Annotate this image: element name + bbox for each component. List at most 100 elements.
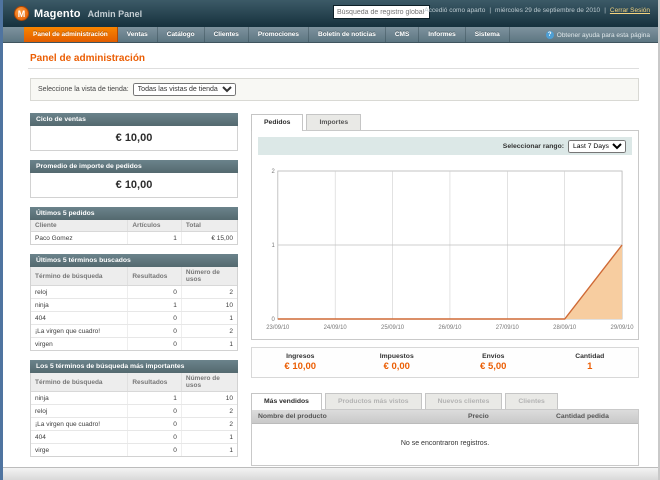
title-divider: [28, 68, 639, 69]
table-cell: 10: [181, 298, 237, 312]
grid-tabs: Más vendidos Productos más vistos Nuevos c…: [251, 392, 639, 410]
stat-label: Envíos: [482, 353, 505, 360]
column-header: Cantidad pedida: [550, 410, 638, 424]
stat-value: € 10,00: [284, 361, 317, 372]
table-row[interactable]: ninja 1 10: [31, 391, 237, 405]
nav-item-promociones[interactable]: Promociones: [249, 27, 310, 42]
table-row[interactable]: reloj 0 2: [31, 404, 237, 418]
svg-text:2: 2: [272, 169, 276, 175]
dashboard-left-column: Ciclo de ventas € 10,00 Promedio de impo…: [30, 113, 238, 466]
nav-item-informes[interactable]: Informes: [419, 27, 466, 42]
table-cell: 1: [181, 311, 237, 325]
column-header: Total: [181, 220, 237, 232]
top-search-terms-table: Término de búsqueda Resultados Número de u…: [31, 373, 237, 456]
table-cell: 0: [127, 285, 182, 299]
store-view-select[interactable]: Todas las vistas de tienda: [132, 83, 236, 96]
table-cell: 10: [181, 391, 237, 405]
stat-impuestos: Impuestos € 0,00: [349, 353, 446, 372]
table-row[interactable]: virgen 0 1: [31, 337, 237, 350]
average-orders-value: € 10,00: [115, 179, 153, 191]
svg-text:25/09/10: 25/09/10: [381, 325, 405, 331]
svg-text:26/09/10: 26/09/10: [438, 325, 462, 331]
stat-value: € 0,00: [383, 361, 410, 372]
nav-item-cat-logo[interactable]: Catálogo: [158, 27, 205, 42]
help-icon: ?: [545, 31, 554, 39]
stat-cantidad: Cantidad 1: [542, 353, 639, 372]
table-row[interactable]: ¡La virgen que cuadro! 0 2: [31, 324, 237, 338]
tab-nuevos-clientes[interactable]: Nuevos clientes: [424, 393, 503, 409]
column-header: Resultados: [127, 373, 182, 392]
column-header: Resultados: [127, 267, 182, 286]
magento-logo: M Magento Admin Panel: [14, 6, 142, 21]
tab-clientes[interactable]: Clientes: [505, 393, 558, 409]
last-orders-table: Cliente Artículos Total Paco Gomez 1 € 15,00: [31, 220, 237, 244]
column-header: Precio: [462, 410, 550, 424]
orders-area-chart: 0 1 2 23/09/10 24/09/10 25/09/10 26/09/10 27/09…: [266, 169, 634, 331]
card-title: Ciclo de ventas: [30, 113, 238, 126]
card-title: Los 5 términos de búsqueda más important…: [30, 360, 238, 373]
nav-item-cms[interactable]: CMS: [386, 27, 420, 42]
logout-link[interactable]: Cerrar Sesión: [610, 7, 650, 14]
table-cell: virge: [31, 443, 129, 456]
stat-value: € 5,00: [480, 361, 507, 372]
table-cell: 0: [127, 311, 182, 325]
separator: |: [489, 7, 492, 14]
table-row[interactable]: Paco Gomez 1 € 15,00: [31, 231, 237, 244]
table-row[interactable]: virge 0 1: [31, 443, 237, 456]
separator: |: [604, 7, 606, 14]
header-date: miércoles 29 de septiembre de 2010: [495, 7, 601, 14]
table-cell: 1: [127, 391, 182, 405]
table-cell: ¡La virgen que cuadro!: [31, 417, 129, 431]
table-cell: 1: [229, 340, 233, 348]
table-cell: ¡La virgen que cuadro!: [31, 324, 129, 338]
tab-m-s-vendidos[interactable]: Más vendidos: [251, 393, 322, 410]
magento-logo-icon: M: [14, 6, 29, 21]
range-select[interactable]: Last 7 Days: [568, 139, 626, 153]
card-title: Últimos 5 términos buscados: [30, 254, 238, 267]
table-cell: 1: [229, 446, 233, 454]
stat-envíos: Envíos € 5,00: [445, 353, 542, 372]
table-cell: 2: [181, 417, 237, 431]
last-search-terms-card: Últimos 5 términos buscados Término de b…: [30, 254, 238, 351]
tab-productos-m-s-vistos[interactable]: Productos más vistos: [324, 393, 422, 409]
svg-text:24/09/10: 24/09/10: [324, 325, 348, 331]
table-row[interactable]: reloj 0 2: [31, 285, 237, 299]
table-row[interactable]: 404 0 1: [31, 311, 237, 325]
svg-text:0: 0: [272, 317, 276, 323]
stat-label: Ingresos: [286, 353, 315, 360]
admin-header: M Magento Admin Panel Accedió como apart…: [0, 0, 660, 27]
tab-importes[interactable]: Importes: [306, 114, 362, 130]
table-row[interactable]: ninja 1 10: [31, 298, 237, 312]
grids-section: Más vendidos Productos más vistos Nuevos c…: [251, 392, 639, 466]
table-cell: 0: [127, 324, 182, 338]
tab-pedidos[interactable]: Pedidos: [251, 114, 304, 131]
nav-item-ventas[interactable]: Ventas: [118, 27, 158, 42]
table-cell: reloj: [31, 285, 129, 299]
nav-item-clientes[interactable]: Clientes: [205, 27, 249, 42]
table-cell: 404: [31, 430, 129, 444]
top-search-terms-card: Los 5 términos de búsqueda más important…: [30, 360, 238, 457]
bestsellers-grid: Nombre del producto Precio Cantidad pedida…: [251, 409, 639, 466]
totals-bar: Ingresos € 10,00 Impuestos € 0,00 Envíos € 5,…: [251, 347, 639, 378]
help-label: Obtener ayuda para esta página: [556, 31, 650, 39]
logo-suffix: Admin Panel: [87, 8, 143, 19]
table-row[interactable]: 404 0 1: [31, 430, 237, 444]
nav-item-sistema[interactable]: Sistema: [466, 27, 510, 42]
table-cell: Paco Gomez: [31, 231, 129, 244]
global-search-input[interactable]: [333, 5, 430, 19]
nav-item-bolet-n-de-noticias[interactable]: Boletín de noticias: [309, 27, 386, 42]
main-nav: Panel de administración Ventas Catálogo Cli…: [0, 27, 660, 43]
nav-item-panel-de-administraci-n[interactable]: Panel de administración: [24, 27, 118, 42]
table-cell: 2: [181, 404, 237, 418]
table-cell: 0: [127, 430, 182, 444]
table-cell: virgen: [31, 337, 129, 350]
stat-ingresos: Ingresos € 10,00: [252, 353, 349, 372]
lifetime-sales-card: Ciclo de ventas € 10,00: [30, 113, 238, 151]
table-cell: ninja: [31, 391, 129, 405]
card-title: Últimos 5 pedidos: [30, 207, 238, 220]
help-link[interactable]: ? Obtener ayuda para esta página: [545, 27, 650, 43]
svg-text:29/09/10: 29/09/10: [611, 325, 635, 331]
column-header: Cliente: [31, 220, 129, 232]
table-cell: 0: [127, 443, 182, 456]
table-row[interactable]: ¡La virgen que cuadro! 0 2: [31, 417, 237, 431]
